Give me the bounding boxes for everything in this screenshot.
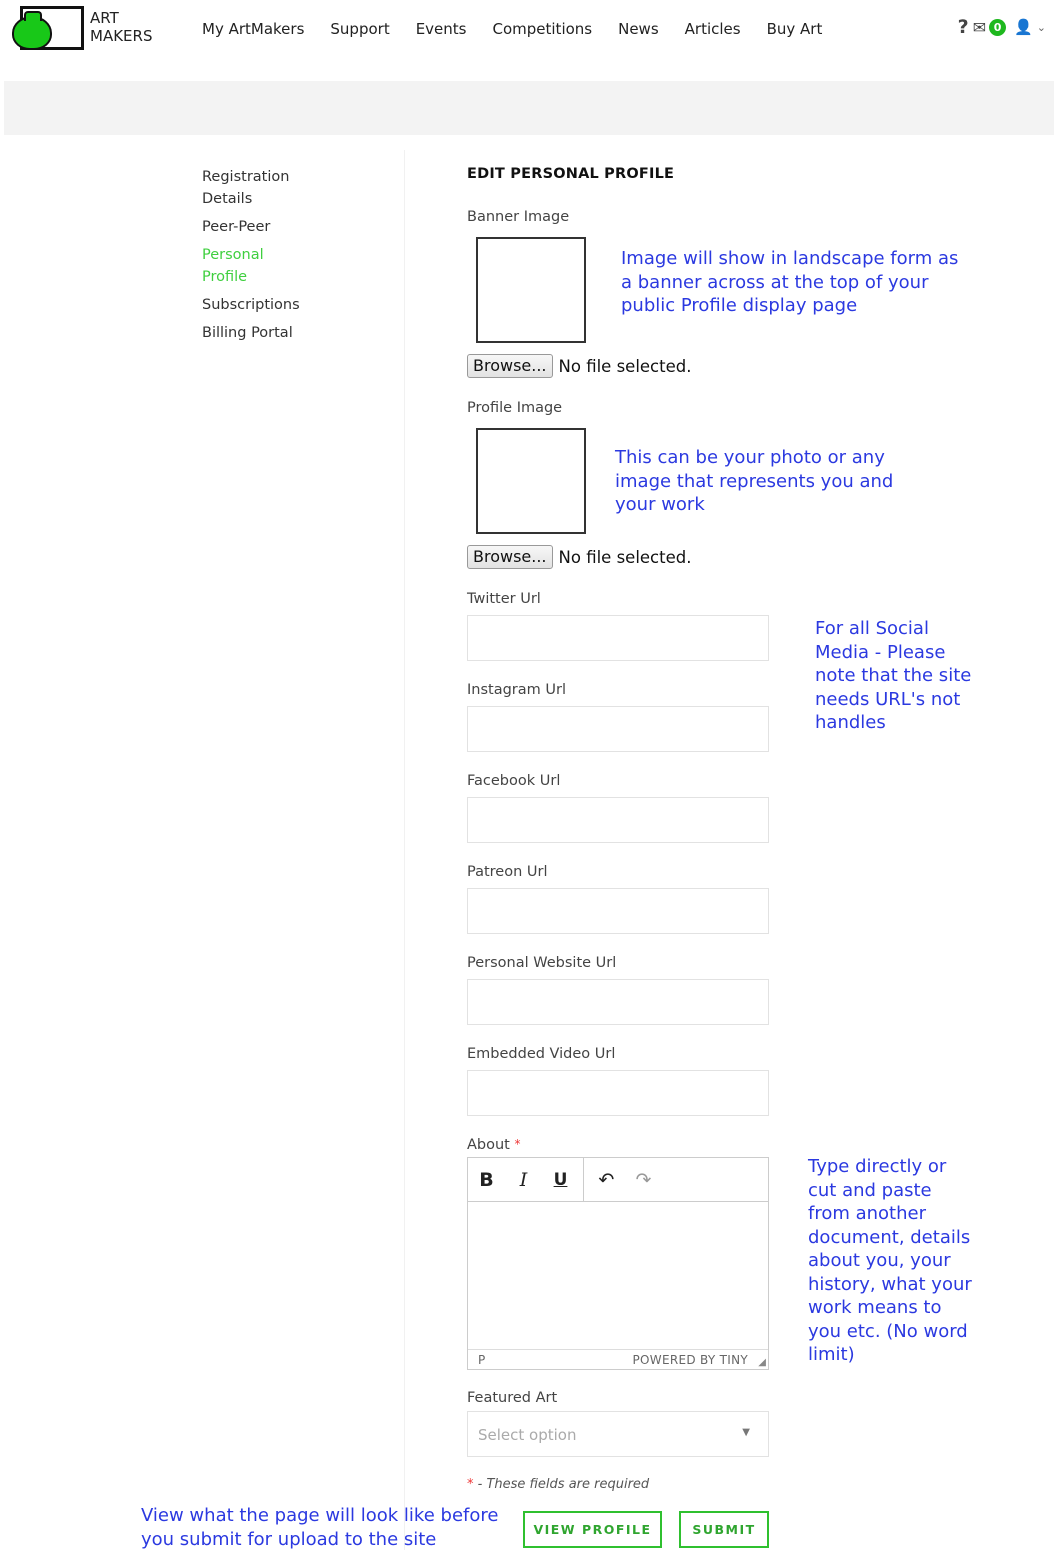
personal-website-url-label: Personal Website Url [467,955,617,971]
mail-icon[interactable]: ✉ [973,18,986,37]
artmakers-logo[interactable] [12,6,84,50]
embedded-video-url-label: Embedded Video Url [467,1046,616,1062]
twitter-url-label: Twitter Url [467,591,541,607]
about-rich-text-editor[interactable]: B I U ↶ ↷ P POWERED BY TINY ◢ [467,1157,769,1370]
banner-browse-button[interactable]: Browse... [467,354,553,378]
profile-file-status: No file selected. [558,547,692,567]
profile-image-label: Profile Image [467,400,563,416]
chevron-down-icon[interactable]: ⌄ [1037,21,1046,34]
patreon-url-input[interactable] [467,888,769,934]
instagram-url-input[interactable] [467,706,769,752]
facebook-url-label: Facebook Url [467,773,561,789]
nav-my-artmakers[interactable]: My ArtMakers [202,20,304,38]
header-band [4,81,1054,135]
required-fields-note: * - These fields are required [467,1477,649,1492]
page-title: EDIT PERSONAL PROFILE [467,166,675,182]
editor-toolbar: B I U ↶ ↷ [468,1157,768,1202]
profile-image-note: This can be your photo or any image that… [615,447,894,515]
toolbar-divider [583,1157,584,1202]
sidebar-item-personal-profile[interactable]: Personal Profile [202,244,282,288]
sidebar-item-billing-portal[interactable]: Billing Portal [202,322,322,344]
about-label-text: About [467,1137,510,1153]
submit-button[interactable]: SUBMIT [679,1511,769,1548]
required-note-text: - These fields are required [473,1477,650,1492]
featured-art-label: Featured Art [467,1390,558,1406]
site-header: ART MAKERS My ArtMakers Support Events C… [0,0,1054,62]
dropdown-caret-icon: ▼ [742,1427,750,1438]
facebook-url-input[interactable] [467,797,769,843]
banner-image-label: Banner Image [467,209,570,225]
social-media-note: For all Social Media - Please note that … [815,618,972,733]
banner-image-note: Image will show in landscape form as a b… [621,248,959,316]
logo-line-1: ART [90,9,119,27]
nav-articles[interactable]: Articles [685,20,741,38]
element-path[interactable]: P [478,1353,485,1367]
required-star: * [514,1137,521,1151]
instagram-url-label: Instagram Url [467,682,566,698]
nav-competitions[interactable]: Competitions [493,20,593,38]
logo-line-2: MAKERS [90,27,153,45]
undo-icon[interactable]: ↶ [588,1169,625,1191]
nav-buy-art[interactable]: Buy Art [767,20,823,38]
settings-sidebar: Registration Details Peer-Peer Personal … [202,166,322,350]
banner-image-preview [476,237,586,343]
logo-wordmark[interactable]: ART MAKERS [90,9,152,45]
featured-art-select[interactable]: Select option ▼ [467,1411,769,1457]
embedded-video-url-input[interactable] [467,1070,769,1116]
main-nav: My ArtMakers Support Events Competitions… [202,20,848,38]
banner-file-status: No file selected. [558,356,692,376]
about-label: About * [467,1137,520,1153]
user-icon[interactable]: 👤 [1014,18,1033,36]
italic-button[interactable]: I [505,1169,542,1191]
profile-image-preview [476,428,586,534]
logo-vase-icon [12,11,52,50]
powered-by-tiny[interactable]: POWERED BY TINY [633,1353,749,1367]
nav-support[interactable]: Support [330,20,389,38]
sidebar-item-registration-details[interactable]: Registration Details [202,166,302,210]
resize-handle-icon[interactable]: ◢ [758,1357,766,1368]
help-icon[interactable]: ? [958,16,969,38]
nav-news[interactable]: News [618,20,659,38]
message-count-badge[interactable]: 0 [989,18,1007,36]
nav-events[interactable]: Events [416,20,467,38]
editor-statusbar: P POWERED BY TINY ◢ [468,1349,768,1369]
header-icons: ? ✉ 0 👤 ⌄ [958,16,1046,38]
column-divider [404,150,405,1550]
profile-browse-button[interactable]: Browse... [467,545,553,569]
view-profile-button[interactable]: VIEW PROFILE [523,1511,662,1548]
twitter-url-input[interactable] [467,615,769,661]
featured-art-placeholder: Select option [478,1426,577,1444]
personal-website-url-input[interactable] [467,979,769,1025]
underline-button[interactable]: U [542,1170,579,1190]
redo-icon[interactable]: ↷ [625,1169,662,1191]
profile-file-picker: Browse... No file selected. [467,545,691,569]
bold-button[interactable]: B [468,1169,505,1191]
banner-file-picker: Browse... No file selected. [467,354,691,378]
view-profile-note: View what the page will look like before… [141,1505,499,1550]
sidebar-item-subscriptions[interactable]: Subscriptions [202,294,322,316]
patreon-url-label: Patreon Url [467,864,548,880]
about-note: Type directly or cut and paste from anot… [808,1156,972,1365]
sidebar-item-peer-peer[interactable]: Peer-Peer [202,216,322,238]
